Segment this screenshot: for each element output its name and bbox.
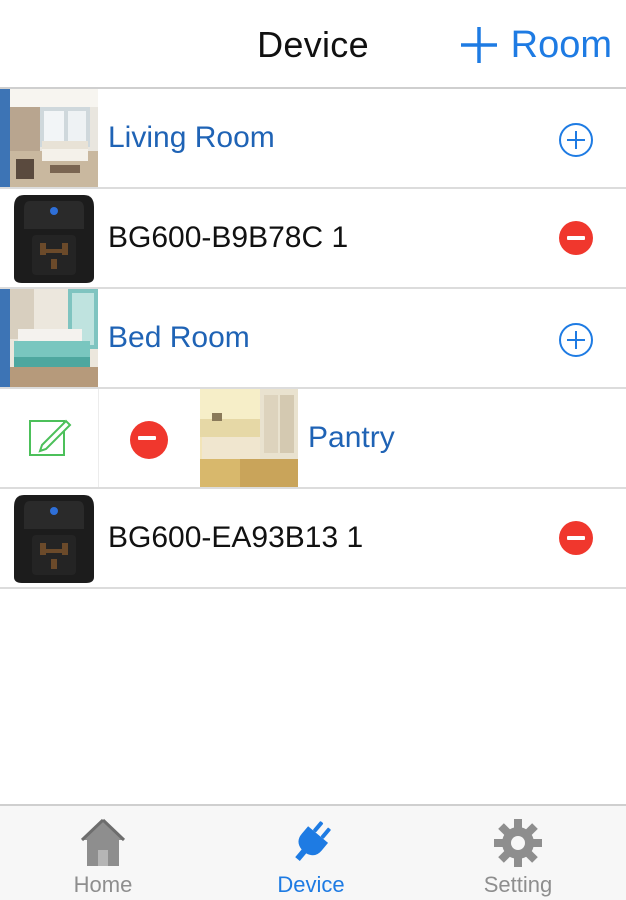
pantry-image: [200, 389, 298, 487]
tab-setting[interactable]: Setting: [443, 806, 593, 900]
room-name: Pantry: [308, 421, 395, 454]
add-room-label: Room: [510, 23, 612, 66]
room-indicator-bar: [0, 289, 10, 387]
device-name: BG600-B9B78C 1: [108, 221, 349, 254]
device-row-b9b78c[interactable]: BG600-B9B78C 1: [0, 189, 626, 289]
tab-label: Home: [73, 872, 133, 897]
room-row-pantry[interactable]: Pantry: [0, 389, 626, 489]
room-row-living-room[interactable]: Living Room: [0, 89, 626, 189]
room-row-bed-room[interactable]: Bed Room: [0, 289, 626, 389]
delete-icon: [130, 421, 168, 459]
tab-home[interactable]: Home: [28, 806, 178, 900]
navigation-bar: Device Room: [0, 0, 626, 89]
plug-icon: [295, 821, 331, 862]
tab-device[interactable]: Device: [236, 806, 386, 900]
remove-device-icon[interactable]: [559, 521, 593, 555]
tab-label: Setting: [483, 872, 553, 897]
tab-label: Device: [277, 872, 345, 897]
add-device-icon[interactable]: [558, 122, 594, 158]
edit-icon: [29, 419, 72, 456]
tab-bar: Home Device Setting: [0, 804, 626, 900]
living-room-image: [10, 89, 98, 187]
device-name: BG600-EA93B13 1: [108, 521, 364, 554]
room-indicator-bar: [0, 89, 10, 187]
home-icon: [80, 818, 126, 866]
add-device-icon[interactable]: [558, 322, 594, 358]
smart-plug-image: [10, 489, 98, 587]
device-row-ea93b13[interactable]: BG600-EA93B13 1: [0, 489, 626, 589]
room-name: Living Room: [108, 121, 275, 154]
plus-icon: [460, 27, 497, 63]
edit-room-button[interactable]: [0, 389, 99, 487]
delete-room-button[interactable]: [99, 389, 199, 487]
gear-icon: [494, 819, 542, 867]
room-name: Bed Room: [108, 321, 250, 354]
smart-plug-image: [10, 189, 98, 287]
add-room-button[interactable]: Room: [459, 22, 612, 68]
remove-device-icon[interactable]: [559, 221, 593, 255]
bed-room-image: [10, 289, 98, 387]
